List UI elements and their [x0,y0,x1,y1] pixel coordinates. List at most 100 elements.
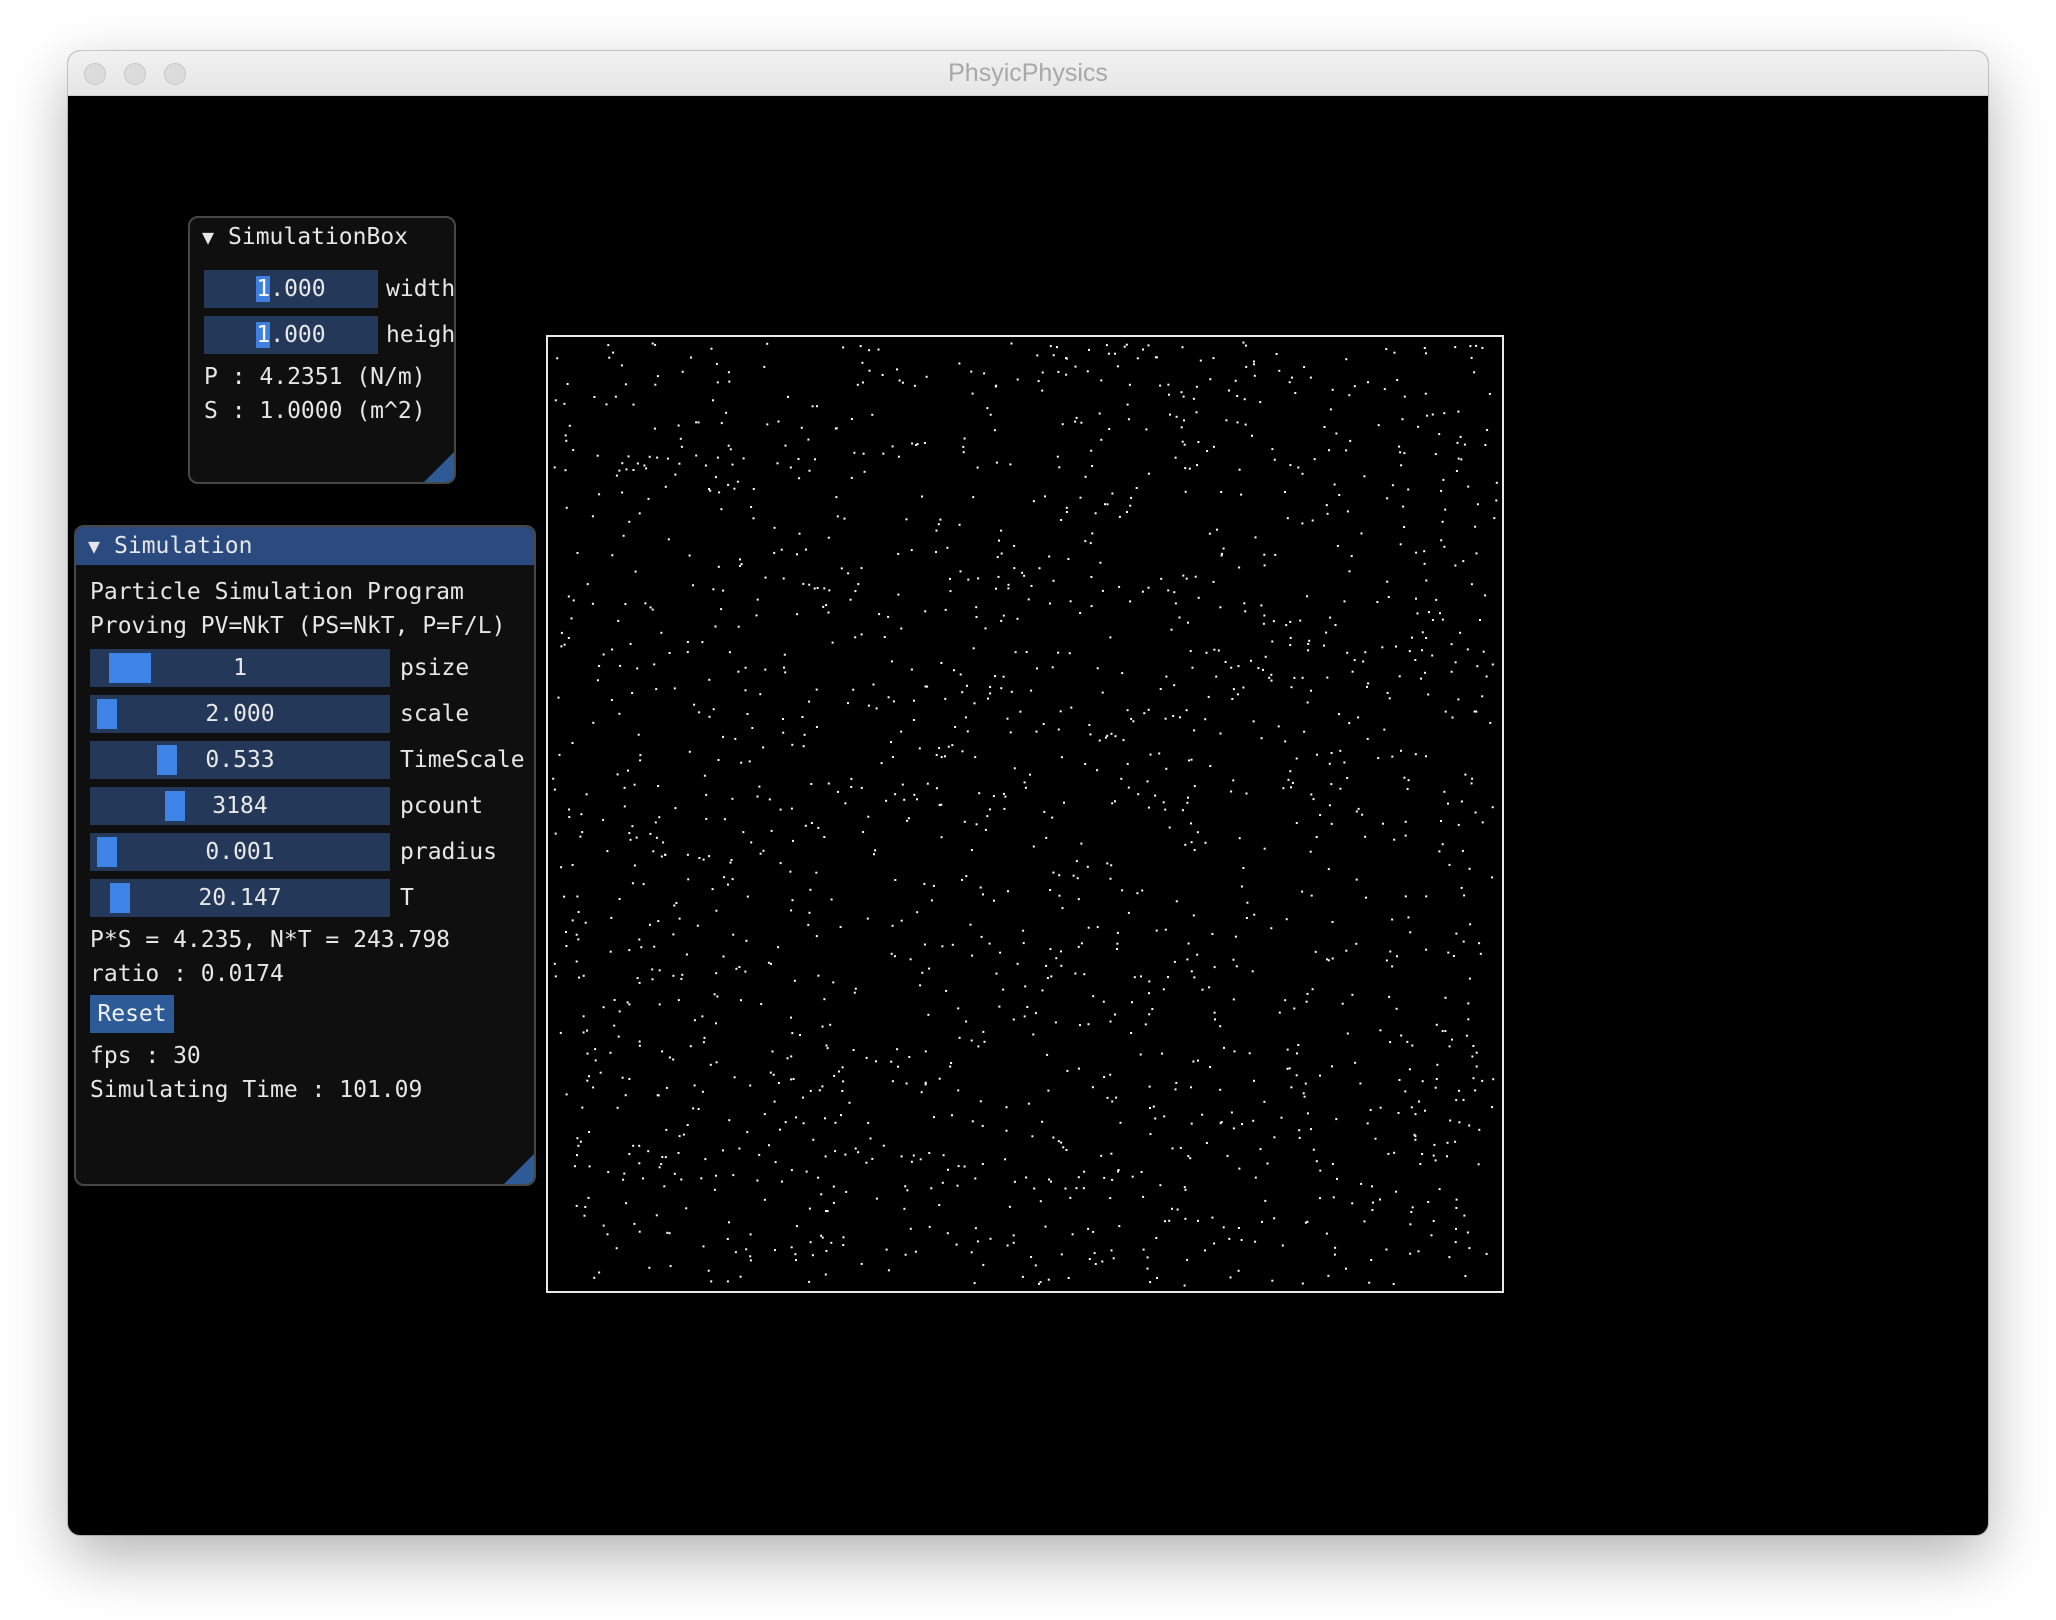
particle [586,583,589,586]
particle [1460,458,1463,461]
particle [1114,800,1116,803]
particle [1049,948,1052,951]
simulation-panel[interactable]: ▼ Simulation Particle Simulation Program … [74,525,536,1186]
particle [1383,728,1386,731]
particle [1289,770,1292,773]
particle [764,576,767,579]
timescale-slider[interactable]: 0.533 [90,741,390,779]
particle [1120,777,1123,780]
particle [1338,494,1341,496]
particle [1193,785,1196,788]
particle [707,1269,710,1272]
particle [1327,1274,1330,1277]
particle [1351,993,1354,996]
particle [910,549,913,552]
particle [770,829,773,832]
collapse-arrow-icon[interactable]: ▼ [202,218,228,256]
particle [1360,1182,1363,1185]
particle [982,1263,985,1266]
particle [1409,1252,1412,1255]
particle [1252,720,1255,723]
particle [805,548,807,551]
particle [1241,1123,1243,1126]
particle [717,759,720,761]
particle [969,923,972,926]
pcount-slider[interactable]: 3184 [90,787,390,825]
particle [1021,1275,1024,1278]
particle [1222,1226,1225,1229]
particle [976,466,979,469]
particle [1402,505,1405,508]
particle [1423,562,1426,565]
particle [853,991,856,994]
particle [1148,980,1151,983]
particle [1473,371,1476,374]
particle [1266,1162,1269,1165]
particle [937,523,940,526]
particle [998,1005,1001,1008]
particle [924,610,927,613]
particle [1006,717,1009,720]
particle [764,668,767,671]
simulation-panel-header[interactable]: ▼ Simulation [76,527,534,565]
simulation-box-panel[interactable]: ▼SimulationBox 1.000 width 1.000 height … [188,216,456,484]
particle [940,756,943,759]
particle [928,1225,931,1228]
resize-grip-icon[interactable] [504,1154,534,1184]
particle [573,1165,576,1168]
particle [1346,777,1349,779]
particle [924,1081,927,1084]
psize-slider[interactable]: 1 [90,649,390,687]
particle [678,917,681,920]
particle [947,745,950,748]
title-bar[interactable]: PhsyicPhysics [68,51,1988,96]
particle [1221,552,1223,555]
particle [946,1232,949,1235]
particle [1225,419,1228,422]
temperature-slider[interactable]: 20.147 [90,879,390,917]
psize-label: psize [400,655,470,681]
particle [584,921,587,924]
collapse-arrow-icon[interactable]: ▼ [88,527,114,565]
particle [814,458,816,461]
particle [723,876,726,879]
particle [749,1084,752,1087]
particle [1114,735,1117,738]
resize-grip-icon[interactable] [424,452,454,482]
height-input[interactable]: 1.000 [204,316,378,354]
particle [1254,1176,1257,1179]
particle [1491,663,1494,666]
particle [783,666,785,669]
particle [1303,366,1306,368]
particle [1230,790,1233,793]
particle [1023,781,1026,784]
particle [1395,1007,1398,1010]
particle [716,456,719,459]
pradius-slider[interactable]: 0.001 [90,833,390,871]
particle [709,1063,712,1066]
simulation-box-panel-header[interactable]: ▼ SimulationBox [190,218,454,256]
particle [582,1015,585,1018]
particle [1270,673,1273,676]
particle [1154,356,1157,359]
particle [1240,1239,1243,1241]
particle [1070,706,1073,709]
particle [1464,1275,1467,1278]
particle [611,554,614,557]
particle [768,1144,770,1147]
particle [722,1149,724,1152]
particle [1273,1136,1276,1139]
particle [826,1210,829,1213]
reset-button[interactable]: Reset [90,995,174,1033]
particle [1325,631,1328,634]
particle [961,878,963,881]
particle [1462,560,1465,563]
particle [1263,847,1266,850]
particle [1118,585,1121,588]
particle [844,1153,847,1156]
particle [1205,1142,1208,1144]
particle [722,735,724,738]
width-input[interactable]: 1.000 [204,270,378,308]
scale-slider[interactable]: 2.000 [90,695,390,733]
particle [1091,532,1094,535]
